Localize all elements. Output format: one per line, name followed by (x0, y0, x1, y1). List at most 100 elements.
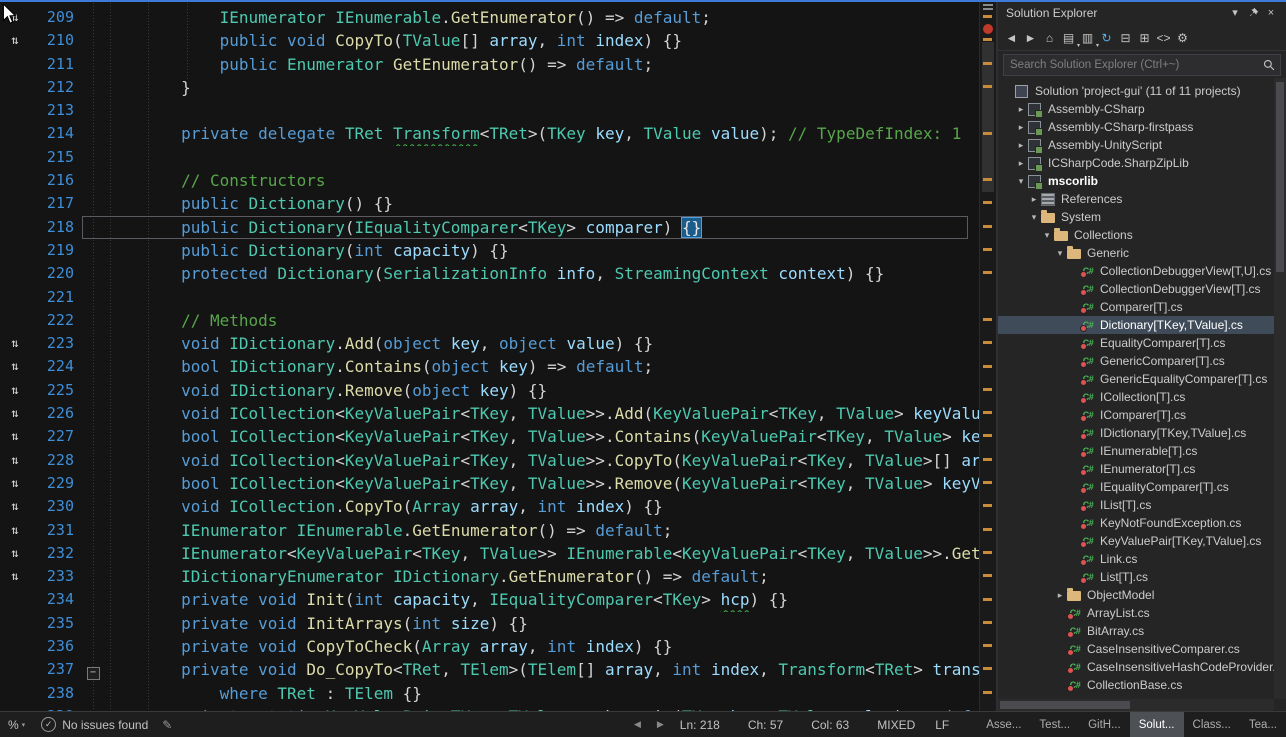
code-line[interactable]: 214 private delegate TRet Transform<TRet… (0, 122, 996, 145)
nav-forward-icon[interactable]: ▶ (657, 719, 664, 730)
code-line[interactable]: 217 public Dictionary() {} (0, 192, 996, 215)
tree-item[interactable]: C#IEnumerator[T].cs (998, 460, 1286, 478)
tree-item[interactable]: ▸Assembly-CSharp-firstpass (998, 118, 1286, 136)
code-line[interactable]: ⇅230 void ICollection.CopyTo(Array array… (0, 495, 996, 518)
tool-window-tab[interactable]: GitH... (1079, 712, 1130, 737)
tree-item[interactable]: C#Dictionary[TKey,TValue].cs (998, 316, 1286, 334)
tool-window-tab[interactable]: Test... (1030, 712, 1079, 737)
tree-item[interactable]: C#IComparer[T].cs (998, 406, 1286, 424)
properties-icon[interactable]: ⚙ (1173, 28, 1192, 47)
tree-item[interactable]: ▾Collections (998, 226, 1286, 244)
tree-item[interactable]: C#Link.cs (998, 550, 1286, 568)
tree-item[interactable]: C#GenericEqualityComparer[T].cs (998, 370, 1286, 388)
window-position-icon[interactable]: ▾ (1226, 4, 1244, 22)
split-grip-icon[interactable] (983, 4, 993, 6)
tree-item[interactable]: C#KeyNotFoundException.cs (998, 514, 1286, 532)
code-line[interactable]: 216 // Constructors (0, 169, 996, 192)
refresh-icon[interactable]: ↻ (1097, 28, 1116, 47)
tree-item[interactable]: C#CollectionDebuggerView[T,U].cs (998, 262, 1286, 280)
code-line[interactable]: ⇅224 bool IDictionary.Contains(object ke… (0, 355, 996, 378)
code-line[interactable]: 212 } (0, 76, 996, 99)
tree-item[interactable]: C#CollectionBase.cs (998, 676, 1286, 694)
implements-arrows-icon[interactable]: ⇅ (0, 472, 30, 495)
implements-arrows-icon[interactable]: ⇅ (0, 495, 30, 518)
fold-collapse-icon[interactable]: − (82, 658, 104, 681)
implements-arrows-icon[interactable]: ⇅ (0, 402, 30, 425)
tree-item[interactable]: C#CollectionDebuggerView[T].cs (998, 280, 1286, 298)
code-line[interactable]: ⇅232 IEnumerator<KeyValuePair<TKey, TVal… (0, 542, 996, 565)
code-line[interactable]: 211 public Enumerator GetEnumerator() =>… (0, 53, 996, 76)
scrollbar-thumb[interactable] (1276, 82, 1284, 272)
tree-item[interactable]: ▾mscorlib (998, 172, 1286, 190)
code-line[interactable]: 218 public Dictionary(IEqualityComparer<… (0, 216, 996, 239)
code-line[interactable]: ⇅227 bool ICollection<KeyValuePair<TKey,… (0, 425, 996, 448)
chevron-right-icon[interactable]: ▸ (1015, 122, 1027, 133)
chevron-right-icon[interactable]: ▸ (1015, 140, 1027, 151)
code-line[interactable]: 235 private void InitArrays(int size) {} (0, 612, 996, 635)
chevron-right-icon[interactable]: ▸ (1015, 158, 1027, 169)
home-icon[interactable]: ⌂ (1040, 28, 1059, 47)
tree-item[interactable]: C#Comparer[T].cs (998, 298, 1286, 316)
tree-item[interactable]: ▸ICSharpCode.SharpZipLib (998, 154, 1286, 172)
tree-item[interactable]: C#ICollection[T].cs (998, 388, 1286, 406)
tool-window-tab[interactable]: Solut... (1130, 712, 1184, 737)
code-line[interactable]: ⇅231 IEnumerator IEnumerable.GetEnumerat… (0, 519, 996, 542)
tree-item[interactable]: ▸ObjectModel (998, 586, 1286, 604)
tree-item[interactable]: C#GenericComparer[T].cs (998, 352, 1286, 370)
code-line[interactable]: 220 protected Dictionary(SerializationIn… (0, 262, 996, 285)
chevron-right-icon[interactable]: ▸ (1054, 590, 1066, 601)
forward-icon[interactable]: ► (1021, 28, 1040, 47)
tree-item[interactable]: ▸Assembly-UnityScript (998, 136, 1286, 154)
tool-window-tab[interactable]: Class... (1184, 712, 1240, 737)
filter-icon[interactable]: ▥▾ (1078, 28, 1097, 47)
tree-item[interactable]: C#IDictionary[TKey,TValue].cs (998, 424, 1286, 442)
code-line[interactable]: 237− private void Do_CopyTo<TRet, TElem>… (0, 658, 996, 681)
tool-window-tab[interactable]: Asse... (977, 712, 1030, 737)
implements-arrows-icon[interactable]: ⇅ (0, 519, 30, 542)
editor-scrollbar[interactable] (979, 0, 996, 711)
chevron-right-icon[interactable]: ▸ (1015, 104, 1027, 115)
tree-item[interactable]: C#IList[T].cs (998, 496, 1286, 514)
code-line[interactable]: 239 private static KeyValuePair<TKey, TV… (0, 705, 996, 711)
tree-item[interactable]: C#CaseInsensitiveComparer.cs (998, 640, 1286, 658)
implements-arrows-icon[interactable]: ⇅ (0, 379, 30, 402)
chevron-down-icon[interactable]: ▾ (1028, 212, 1040, 223)
tree-item[interactable]: ▾System (998, 208, 1286, 226)
code-line[interactable]: ⇅209 IEnumerator IEnumerable.GetEnumerat… (0, 6, 996, 29)
code-line[interactable]: 234 private void Init(int capacity, IEqu… (0, 588, 996, 611)
implements-arrows-icon[interactable]: ⇅ (0, 332, 30, 355)
implements-arrows-icon[interactable]: ⇅ (0, 29, 30, 52)
implements-arrows-icon[interactable]: ⇅ (0, 425, 30, 448)
code-line[interactable]: 222 // Methods (0, 309, 996, 332)
tree-item[interactable]: ▸References (998, 190, 1286, 208)
close-icon[interactable]: × (1262, 4, 1280, 22)
code-line[interactable]: 236 private void CopyToCheck(Array array… (0, 635, 996, 658)
implements-arrows-icon[interactable]: ⇅ (0, 449, 30, 472)
tree-item[interactable]: C#EqualityComparer[T].cs (998, 334, 1286, 352)
nav-back-icon[interactable]: ◀ (634, 719, 641, 730)
code-line[interactable]: ⇅226 void ICollection<KeyValuePair<TKey,… (0, 402, 996, 425)
scrollbar-thumb[interactable] (1000, 701, 1130, 709)
implements-arrows-icon[interactable]: ⇅ (0, 355, 30, 378)
code-line[interactable]: 221 (0, 286, 996, 309)
tree-item[interactable]: Solution 'project-gui' (11 of 11 project… (998, 82, 1286, 100)
tree-item[interactable]: C#IEnumerable[T].cs (998, 442, 1286, 460)
collapse-all-icon[interactable]: ⊟ (1116, 28, 1135, 47)
tree-item[interactable]: C#ArrayList.cs (998, 604, 1286, 622)
chevron-down-icon[interactable]: ▾ (1041, 230, 1053, 241)
tree-item[interactable]: C#IEqualityComparer[T].cs (998, 478, 1286, 496)
tree-horizontal-scrollbar[interactable] (998, 699, 1274, 711)
code-line[interactable]: 219 public Dictionary(int capacity) {} (0, 239, 996, 262)
show-all-files-icon[interactable]: ⊞ (1135, 28, 1154, 47)
implements-arrows-icon[interactable]: ⇅ (0, 565, 30, 588)
view-code-icon[interactable]: <> (1154, 28, 1173, 47)
tree-item[interactable]: ▸Assembly-CSharp (998, 100, 1286, 118)
code-line[interactable]: ⇅233 IDictionaryEnumerator IDictionary.G… (0, 565, 996, 588)
tree-vertical-scrollbar[interactable] (1274, 78, 1286, 699)
chevron-down-icon[interactable]: ▾ (1015, 176, 1027, 187)
tree-item[interactable]: C#List[T].cs (998, 568, 1286, 586)
back-icon[interactable]: ◄ (1002, 28, 1021, 47)
code-line[interactable]: ⇅229 bool ICollection<KeyValuePair<TKey,… (0, 472, 996, 495)
tree-item[interactable]: C#BitArray.cs (998, 622, 1286, 640)
issues-indicator[interactable]: ✓ No issues found (41, 717, 148, 732)
